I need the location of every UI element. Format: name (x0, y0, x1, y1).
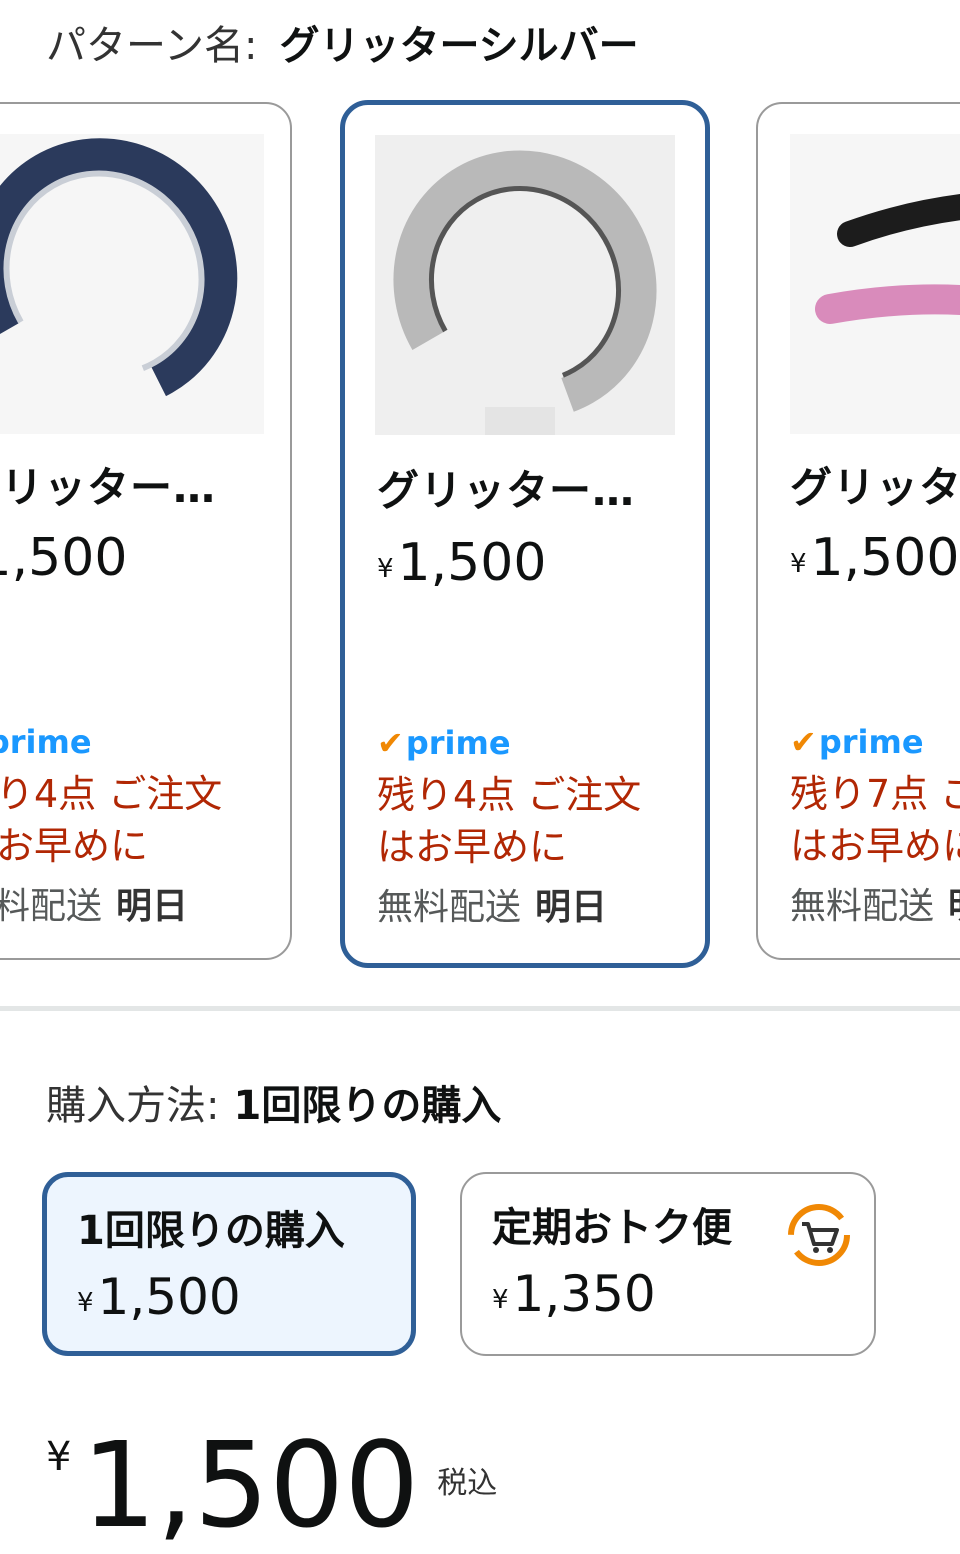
variant-carousel[interactable]: グリッター… ¥1,500 ✔prime 残り4点 ご注文はお早めに 無料配送明… (0, 100, 960, 970)
card-price: ¥1,500 (790, 528, 960, 588)
card-title: グリッター… (377, 466, 636, 515)
card-price: ¥1,500 (0, 528, 128, 588)
prime-badge: ✔prime (790, 723, 924, 761)
shipping-info: 無料配送明日 (0, 886, 189, 927)
option-title: 1回限りの購入 (77, 1208, 345, 1254)
prime-check-icon: ✔ (377, 724, 404, 762)
variant-card-navy[interactable]: グリッター… ¥1,500 ✔prime 残り4点 ご注文はお早めに 無料配送明… (0, 102, 292, 960)
card-title: グリッター… (790, 463, 960, 512)
stock-warning: 残り7点 ご注文はお早めに (790, 772, 960, 868)
subscribe-cart-icon (788, 1204, 850, 1266)
product-image-pink (790, 134, 960, 434)
section-divider (0, 1006, 960, 1011)
pattern-label: パターン名: (46, 23, 258, 69)
pattern-value: グリッターシルバー (279, 23, 639, 69)
option-price: ¥1,350 (492, 1265, 656, 1323)
purchase-method-value: 1回限りの購入 (233, 1083, 502, 1129)
purchase-method-row: 購入方法: 1回限りの購入 (46, 1078, 501, 1134)
stock-warning: 残り4点 ご注文はお早めに (377, 773, 642, 869)
option-title: 定期おトク便 (492, 1205, 732, 1251)
purchase-method-label: 購入方法: (46, 1083, 220, 1129)
stock-warning: 残り4点 ご注文はお早めに (0, 772, 223, 868)
variant-card-silver[interactable]: グリッター… ¥1,500 ✔prime 残り4点 ご注文はお早めに 無料配送明… (340, 100, 710, 968)
product-image-navy (0, 134, 264, 434)
subscribe-and-save-option[interactable]: 定期おトク便 ¥1,350 (460, 1172, 876, 1356)
prime-badge: ✔prime (377, 724, 511, 762)
product-image-silver (375, 135, 675, 435)
shipping-info: 無料配送明日 (377, 887, 608, 928)
option-price: ¥1,500 (77, 1268, 241, 1326)
shipping-info: 無料配送明日 (790, 886, 960, 927)
tax-included-label: 税込 (437, 1466, 498, 1501)
card-price: ¥1,500 (377, 533, 547, 593)
prime-badge: ✔prime (0, 723, 92, 761)
total-price: ¥1,500 税込 (46, 1416, 498, 1554)
prime-check-icon: ✔ (790, 723, 817, 761)
pattern-name-row: パターン名: グリッターシルバー (46, 18, 639, 74)
variant-card-pink[interactable]: グリッター… ¥1,500 ✔prime 残り7点 ご注文はお早めに 無料配送明… (756, 102, 960, 960)
one-time-purchase-option[interactable]: 1回限りの購入 ¥1,500 (42, 1172, 416, 1356)
card-title: グリッター… (0, 463, 217, 512)
